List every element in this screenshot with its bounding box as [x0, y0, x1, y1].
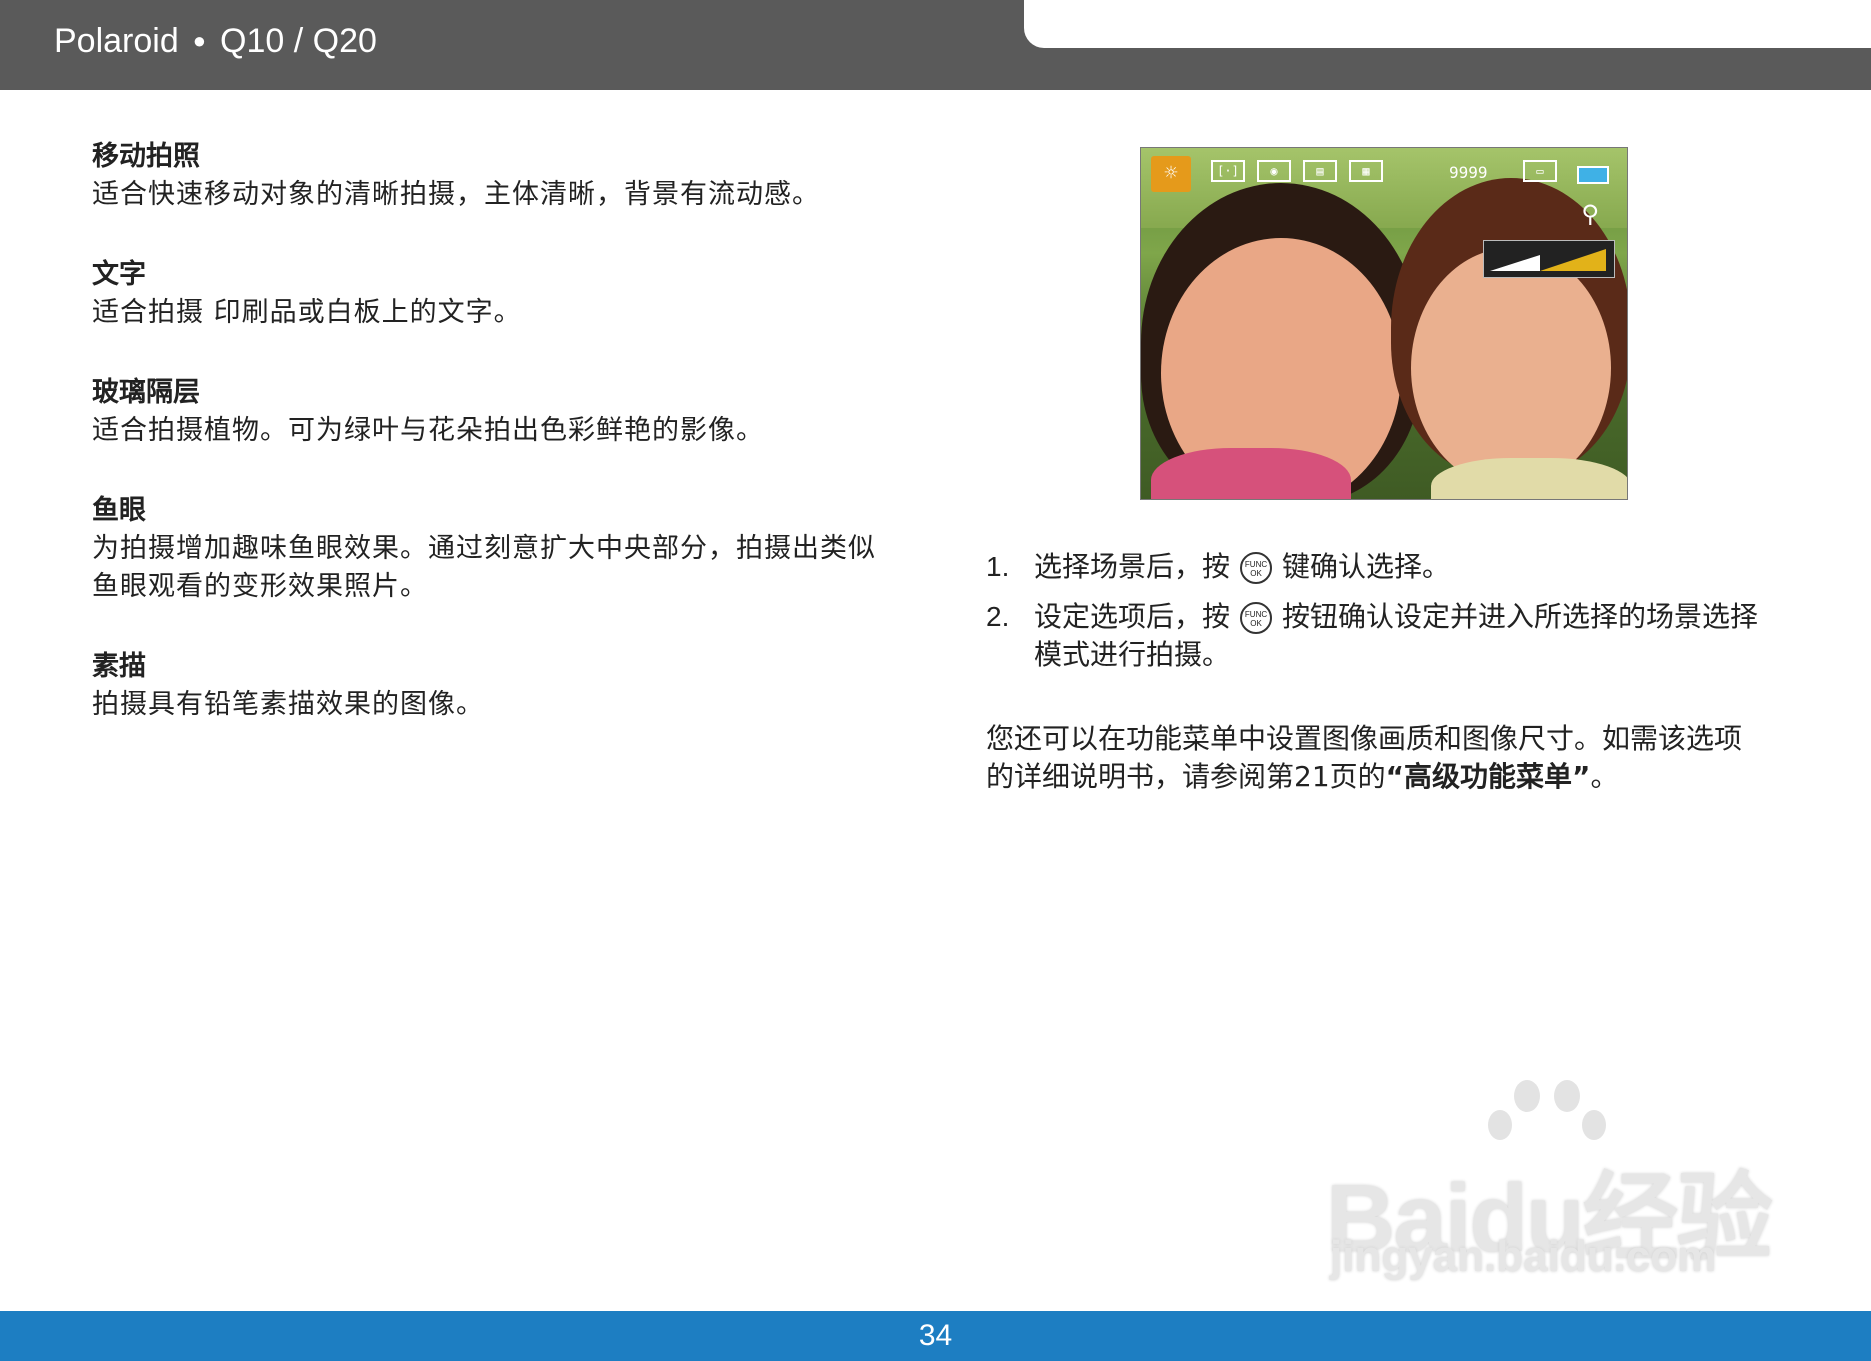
step-text-before: 选择场景后，按 — [1034, 550, 1231, 583]
brand-name: Polaroid — [54, 22, 179, 60]
header-title: Polaroid ● Q10 / Q20 — [54, 22, 377, 61]
quality-icon: ▦ — [1349, 160, 1383, 182]
sun-icon: ☼ — [1151, 156, 1191, 192]
step-text-after: 键确认选择。 — [1282, 550, 1451, 583]
section-glass: 玻璃隔层 适合拍摄植物。可为绿叶与花朵拍出色彩鲜艳的影像。 — [92, 374, 882, 450]
person-right-shirt — [1431, 458, 1627, 499]
section-title: 鱼眼 — [92, 495, 146, 526]
step-item: 1. 选择场景后，按 FUNC OK 键确认选择。 — [986, 548, 1766, 586]
watermark-sub: jingyan.baidu.com — [1330, 1232, 1717, 1281]
note-text: 您还可以在功能菜单中设置图像画质和图像尺寸。如需该选项的详细说明书，请参阅第21… — [986, 722, 1743, 793]
section-sketch: 素描 拍摄具有铅笔素描效果的图像。 — [92, 648, 882, 724]
separator-dot: ● — [192, 28, 207, 53]
image-size-icon: ▤ — [1303, 160, 1337, 182]
metering-icon: ◉ — [1257, 160, 1291, 182]
zoom-icon: ⚲ — [1581, 200, 1599, 228]
header-bar: Polaroid ● Q10 / Q20 — [0, 0, 1871, 90]
section-body: 适合拍摄 印刷品或白板上的文字。 — [92, 297, 522, 328]
focus-frame-icon: [·] — [1211, 160, 1245, 182]
step-list: 1. 选择场景后，按 FUNC OK 键确认选择。 2. 设定选项后，按 FUNC O… — [986, 548, 1766, 686]
section-title: 玻璃隔层 — [92, 377, 200, 408]
page-number: 34 — [918, 1319, 953, 1352]
note-text-end: 。 — [1590, 760, 1619, 793]
section-body: 拍摄具有铅笔素描效果的图像。 — [92, 689, 484, 720]
scene-mode-list: 移动拍照 适合快速移动对象的清晰拍摄，主体清晰，背景有流动感。 文字 适合拍摄 … — [92, 138, 882, 766]
step-text-before: 设定选项后，按 — [1034, 600, 1231, 633]
section-title: 素描 — [92, 651, 146, 682]
footer-bar: 34 — [0, 1311, 1871, 1361]
section-body: 为拍摄增加趣味鱼眼效果。通过刻意扩大中央部分，拍摄出类似鱼眼观看的变形效果照片。 — [92, 533, 876, 602]
section-fisheye: 鱼眼 为拍摄增加趣味鱼眼效果。通过刻意扩大中央部分，拍摄出类似鱼眼观看的变形效果… — [92, 492, 882, 606]
shots-remaining: 9999 — [1449, 163, 1488, 182]
digital-zoom-fill — [1540, 249, 1606, 271]
section-motion: 移动拍照 适合快速移动对象的清晰拍摄，主体清晰，背景有流动感。 — [92, 138, 882, 214]
camera-hud: ☼ [·] ◉ ▤ ▦ 9999 ▭ — [1151, 156, 1617, 192]
camera-preview-photo: ☼ [·] ◉ ▤ ▦ 9999 ▭ ⚲ — [1140, 147, 1628, 500]
sd-card-icon: ▭ — [1523, 160, 1557, 182]
section-body: 适合快速移动对象的清晰拍摄，主体清晰，背景有流动感。 — [92, 179, 820, 210]
section-text: 文字 适合拍摄 印刷品或白板上的文字。 — [92, 256, 882, 332]
func-ok-button-icon: FUNC OK — [1240, 552, 1273, 584]
header-notch — [1024, 0, 1871, 48]
func-ok-button-icon: FUNC OK — [1240, 602, 1273, 634]
optical-zoom-fill — [1490, 255, 1540, 271]
step-item: 2. 设定选项后，按 FUNC OK 按钮确认设定并进入所选择的场景选择模式进行拍摄… — [986, 598, 1766, 674]
step-number: 2. — [986, 601, 1010, 632]
zoom-bar — [1483, 240, 1615, 278]
model-name: Q10 / Q20 — [220, 22, 377, 60]
battery-icon — [1577, 166, 1609, 184]
section-title: 移动拍照 — [92, 141, 200, 172]
step-number: 1. — [986, 551, 1010, 582]
person-right-face — [1411, 248, 1611, 488]
section-body: 适合拍摄植物。可为绿叶与花朵拍出色彩鲜艳的影像。 — [92, 415, 764, 446]
section-title: 文字 — [92, 259, 146, 290]
person-left-shirt — [1151, 448, 1351, 499]
baidu-watermark: Baidu经验 jingyan.baidu.com — [1326, 1080, 1773, 1290]
advanced-menu-reference: “高级功能菜单” — [1385, 760, 1591, 793]
note-paragraph: 您还可以在功能菜单中设置图像画质和图像尺寸。如需该选项的详细说明书，请参阅第21… — [986, 720, 1766, 796]
